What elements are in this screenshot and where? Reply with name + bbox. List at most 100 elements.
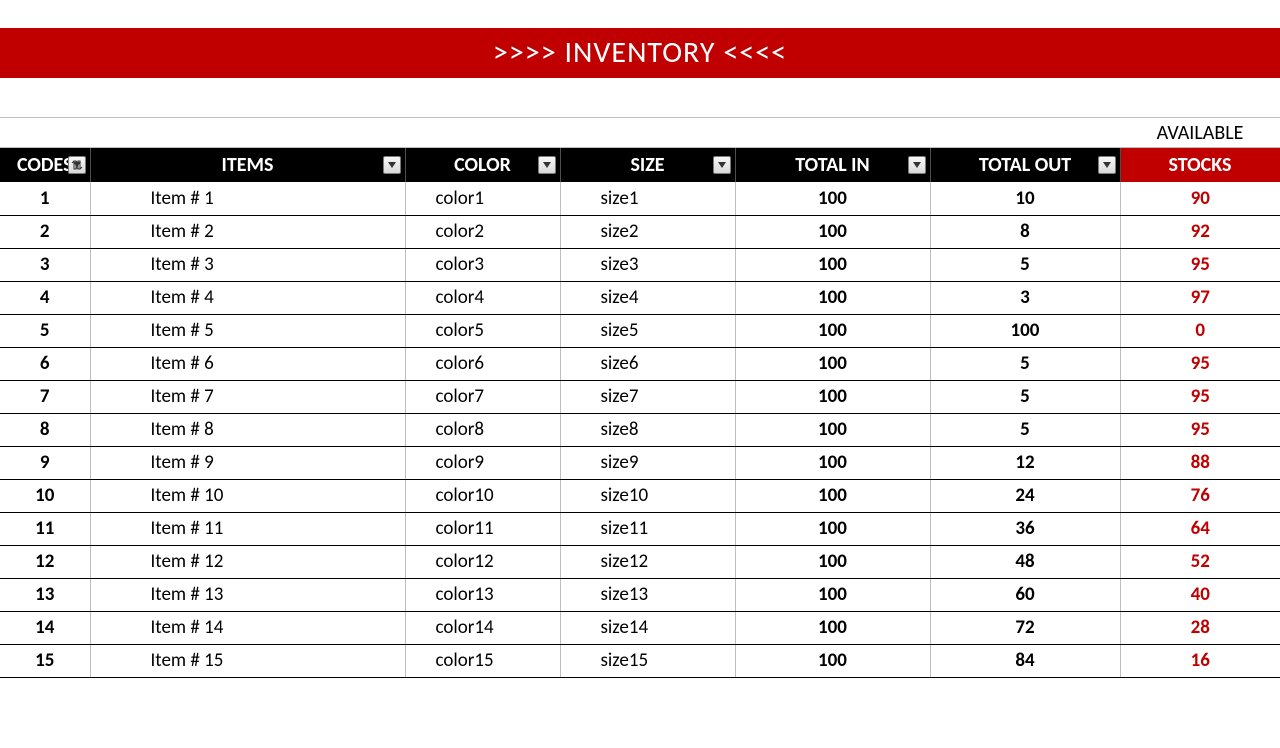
cell-color[interactable]: color11 bbox=[405, 512, 560, 545]
cell-code[interactable]: 11 bbox=[0, 512, 90, 545]
cell-color[interactable]: color7 bbox=[405, 380, 560, 413]
cell-item[interactable]: Item # 6 bbox=[90, 347, 405, 380]
cell-size[interactable]: size12 bbox=[560, 545, 735, 578]
cell-code[interactable]: 3 bbox=[0, 248, 90, 281]
cell-item[interactable]: Item # 15 bbox=[90, 644, 405, 677]
cell-code[interactable]: 12 bbox=[0, 545, 90, 578]
cell-total-in[interactable]: 100 bbox=[735, 611, 930, 644]
cell-total-in[interactable]: 100 bbox=[735, 479, 930, 512]
cell-total-in[interactable]: 100 bbox=[735, 578, 930, 611]
cell-item[interactable]: Item # 9 bbox=[90, 446, 405, 479]
cell-stock[interactable]: 95 bbox=[1120, 413, 1280, 446]
cell-total-out[interactable]: 60 bbox=[930, 578, 1120, 611]
cell-color[interactable]: color10 bbox=[405, 479, 560, 512]
cell-total-out[interactable]: 84 bbox=[930, 644, 1120, 677]
header-color[interactable]: COLOR bbox=[405, 148, 560, 182]
cell-item[interactable]: Item # 4 bbox=[90, 281, 405, 314]
cell-code[interactable]: 13 bbox=[0, 578, 90, 611]
filter-dropdown-icon[interactable] bbox=[538, 156, 556, 174]
cell-total-out[interactable]: 8 bbox=[930, 215, 1120, 248]
header-items[interactable]: ITEMS bbox=[90, 148, 405, 182]
cell-code[interactable]: 8 bbox=[0, 413, 90, 446]
cell-total-in[interactable]: 100 bbox=[735, 446, 930, 479]
cell-total-out[interactable]: 48 bbox=[930, 545, 1120, 578]
cell-size[interactable]: size7 bbox=[560, 380, 735, 413]
cell-item[interactable]: Item # 1 bbox=[90, 182, 405, 215]
cell-stock[interactable]: 52 bbox=[1120, 545, 1280, 578]
cell-size[interactable]: size1 bbox=[560, 182, 735, 215]
cell-stock[interactable]: 92 bbox=[1120, 215, 1280, 248]
cell-color[interactable]: color15 bbox=[405, 644, 560, 677]
cell-code[interactable]: 14 bbox=[0, 611, 90, 644]
cell-total-out[interactable]: 24 bbox=[930, 479, 1120, 512]
cell-code[interactable]: 6 bbox=[0, 347, 90, 380]
cell-code[interactable]: 15 bbox=[0, 644, 90, 677]
cell-stock[interactable]: 64 bbox=[1120, 512, 1280, 545]
cell-item[interactable]: Item # 8 bbox=[90, 413, 405, 446]
cell-stock[interactable]: 95 bbox=[1120, 380, 1280, 413]
cell-total-in[interactable]: 100 bbox=[735, 281, 930, 314]
cell-color[interactable]: color12 bbox=[405, 545, 560, 578]
cell-item[interactable]: Item # 5 bbox=[90, 314, 405, 347]
cell-total-in[interactable]: 100 bbox=[735, 644, 930, 677]
cell-total-in[interactable]: 100 bbox=[735, 347, 930, 380]
cell-stock[interactable]: 76 bbox=[1120, 479, 1280, 512]
cell-size[interactable]: size6 bbox=[560, 347, 735, 380]
cell-total-out[interactable]: 72 bbox=[930, 611, 1120, 644]
cell-total-out[interactable]: 5 bbox=[930, 248, 1120, 281]
cell-total-in[interactable]: 100 bbox=[735, 545, 930, 578]
cell-item[interactable]: Item # 11 bbox=[90, 512, 405, 545]
cell-item[interactable]: Item # 3 bbox=[90, 248, 405, 281]
cell-code[interactable]: 4 bbox=[0, 281, 90, 314]
cell-size[interactable]: size2 bbox=[560, 215, 735, 248]
cell-item[interactable]: Item # 7 bbox=[90, 380, 405, 413]
cell-color[interactable]: color5 bbox=[405, 314, 560, 347]
cell-total-out[interactable]: 3 bbox=[930, 281, 1120, 314]
cell-size[interactable]: size4 bbox=[560, 281, 735, 314]
cell-color[interactable]: color8 bbox=[405, 413, 560, 446]
cell-color[interactable]: color2 bbox=[405, 215, 560, 248]
header-total-in[interactable]: TOTAL IN bbox=[735, 148, 930, 182]
cell-size[interactable]: size5 bbox=[560, 314, 735, 347]
cell-color[interactable]: color1 bbox=[405, 182, 560, 215]
cell-item[interactable]: Item # 2 bbox=[90, 215, 405, 248]
cell-total-out[interactable]: 10 bbox=[930, 182, 1120, 215]
cell-size[interactable]: size15 bbox=[560, 644, 735, 677]
cell-code[interactable]: 5 bbox=[0, 314, 90, 347]
cell-total-in[interactable]: 100 bbox=[735, 413, 930, 446]
cell-item[interactable]: Item # 14 bbox=[90, 611, 405, 644]
cell-color[interactable]: color4 bbox=[405, 281, 560, 314]
cell-code[interactable]: 10 bbox=[0, 479, 90, 512]
cell-code[interactable]: 9 bbox=[0, 446, 90, 479]
cell-stock[interactable]: 97 bbox=[1120, 281, 1280, 314]
header-size[interactable]: SIZE bbox=[560, 148, 735, 182]
filter-dropdown-icon[interactable] bbox=[908, 156, 926, 174]
cell-total-out[interactable]: 5 bbox=[930, 380, 1120, 413]
cell-code[interactable]: 1 bbox=[0, 182, 90, 215]
cell-stock[interactable]: 95 bbox=[1120, 248, 1280, 281]
cell-color[interactable]: color14 bbox=[405, 611, 560, 644]
cell-total-in[interactable]: 100 bbox=[735, 380, 930, 413]
cell-size[interactable]: size3 bbox=[560, 248, 735, 281]
cell-size[interactable]: size8 bbox=[560, 413, 735, 446]
cell-size[interactable]: size9 bbox=[560, 446, 735, 479]
cell-size[interactable]: size14 bbox=[560, 611, 735, 644]
cell-size[interactable]: size10 bbox=[560, 479, 735, 512]
cell-stock[interactable]: 16 bbox=[1120, 644, 1280, 677]
cell-total-out[interactable]: 36 bbox=[930, 512, 1120, 545]
cell-stock[interactable]: 0 bbox=[1120, 314, 1280, 347]
sort-icon[interactable] bbox=[68, 156, 86, 174]
cell-total-out[interactable]: 100 bbox=[930, 314, 1120, 347]
cell-color[interactable]: color3 bbox=[405, 248, 560, 281]
cell-total-in[interactable]: 100 bbox=[735, 182, 930, 215]
cell-stock[interactable]: 40 bbox=[1120, 578, 1280, 611]
cell-item[interactable]: Item # 10 bbox=[90, 479, 405, 512]
cell-stock[interactable]: 95 bbox=[1120, 347, 1280, 380]
cell-total-in[interactable]: 100 bbox=[735, 314, 930, 347]
filter-dropdown-icon[interactable] bbox=[383, 156, 401, 174]
cell-total-in[interactable]: 100 bbox=[735, 215, 930, 248]
cell-color[interactable]: color13 bbox=[405, 578, 560, 611]
cell-total-out[interactable]: 5 bbox=[930, 413, 1120, 446]
cell-item[interactable]: Item # 13 bbox=[90, 578, 405, 611]
cell-color[interactable]: color9 bbox=[405, 446, 560, 479]
